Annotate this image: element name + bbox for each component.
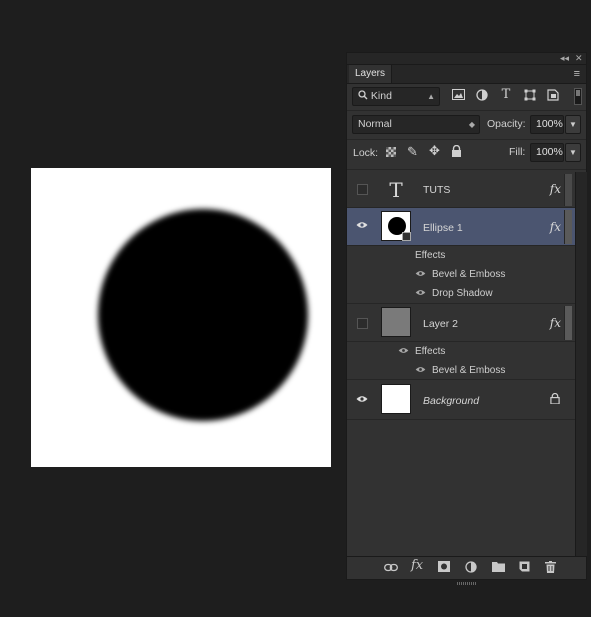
filter-toggle-switch[interactable] [574,88,582,105]
lock-icon [550,392,560,407]
effects-expand-toggle[interactable] [564,174,572,206]
filter-adjustment-icon[interactable] [475,89,489,103]
ellipse-effects-list: Effects Bevel & Emboss Drop Shadow [347,246,575,304]
fill-field[interactable]: 100% [530,143,564,162]
layer-name[interactable]: Layer 2 [423,318,458,330]
filter-kind-dropdown[interactable]: Kind ▲ [352,87,440,106]
layer-name[interactable]: Ellipse 1 [423,222,463,234]
fx-icon[interactable]: fx [550,182,561,196]
new-group-icon[interactable] [492,561,505,575]
layer-row-layer-2[interactable]: Layer 2 fx [347,304,575,342]
panel-title-strip: ◂◂ ✕ [347,53,586,65]
lock-image-pixels-icon[interactable]: ✎ [407,144,418,160]
filter-kind-label: Kind [370,90,392,102]
updown-arrow-icon: ◆ [468,120,475,129]
lock-label: Lock: [353,147,379,159]
layers-list: T TUTS fx Ellipse 1 fx Effects Bevel & E [347,172,575,556]
filter-type-icon[interactable]: T [499,88,513,102]
eye-icon[interactable] [415,288,426,299]
fill-slider-button[interactable]: ▼ [565,143,581,162]
ellipse-layer-thumbnail [381,211,411,241]
eye-icon[interactable] [398,346,409,357]
close-icon[interactable]: ✕ [575,52,583,64]
fx-icon[interactable]: fx [550,220,561,234]
eye-icon[interactable] [415,365,426,376]
panel-tabbar: Layers ≡ [347,65,586,84]
effects-label: Effects [415,250,446,261]
text-layer-icon: T [389,178,403,202]
layer-row-background[interactable]: Background [347,380,575,420]
add-layer-style-icon[interactable]: fx [411,559,423,573]
effects-label: Effects [415,346,446,357]
delete-layer-icon[interactable] [545,561,556,576]
layer-name[interactable]: Background [423,395,479,407]
eye-icon[interactable] [356,394,368,406]
effect-bevel-emboss[interactable]: Bevel & Emboss [432,269,505,280]
eye-icon[interactable] [356,220,368,232]
background-thumbnail [381,384,411,414]
filter-pixel-icon[interactable] [451,89,465,103]
layer-2-effects-list: Effects Bevel & Emboss [347,342,575,380]
opacity-slider-button[interactable]: ▼ [565,115,581,134]
new-layer-icon[interactable] [519,561,530,575]
layers-scrollbar[interactable] [575,172,587,556]
collapse-icon[interactable]: ◂◂ [560,52,569,64]
layer-name[interactable]: TUTS [423,184,450,196]
effects-collapse-toggle[interactable] [564,306,572,340]
fx-icon[interactable]: fx [550,316,561,330]
updown-arrow-icon: ▲ [427,92,435,101]
search-icon [358,90,368,100]
effect-drop-shadow[interactable]: Drop Shadow [432,288,493,299]
document-canvas[interactable] [31,168,331,467]
panel-menu-icon[interactable]: ≡ [574,66,580,82]
filter-row: Kind ▲ T [347,84,586,110]
lock-all-icon[interactable] [451,144,462,160]
layer-row-ellipse-1[interactable]: Ellipse 1 fx [347,208,575,246]
add-mask-icon[interactable] [438,561,450,575]
blend-mode-dropdown[interactable]: Normal ◆ [352,115,480,134]
eye-icon[interactable] [415,269,426,280]
layers-bottom-toolbar: fx [347,556,586,585]
new-adjustment-layer-icon[interactable] [465,561,477,576]
layer-2-thumbnail [381,307,411,337]
opacity-label: Opacity: [487,118,526,130]
filter-shape-icon[interactable] [523,89,537,103]
blurred-ellipse [98,209,308,421]
tab-layers[interactable]: Layers [349,65,393,83]
layer-row-tuts[interactable]: T TUTS fx [347,172,575,208]
lock-transparent-pixels-icon[interactable] [386,147,396,157]
lock-position-icon[interactable]: ✥ [429,143,440,159]
layers-panel: ◂◂ ✕ Layers ≡ Kind ▲ T Normal ◆ Opacity:… [346,52,587,585]
resize-grip[interactable] [457,582,477,585]
effect-bevel-emboss[interactable]: Bevel & Emboss [432,365,505,376]
fill-label: Fill: [509,146,526,158]
visibility-toggle-off[interactable] [357,184,368,195]
effects-collapse-toggle[interactable] [564,210,572,244]
opacity-field[interactable]: 100% [530,115,564,134]
blend-mode-value: Normal [358,118,392,130]
visibility-toggle-off[interactable] [357,318,368,329]
link-layers-icon[interactable] [384,561,398,575]
filter-smart-object-icon[interactable] [546,89,560,103]
